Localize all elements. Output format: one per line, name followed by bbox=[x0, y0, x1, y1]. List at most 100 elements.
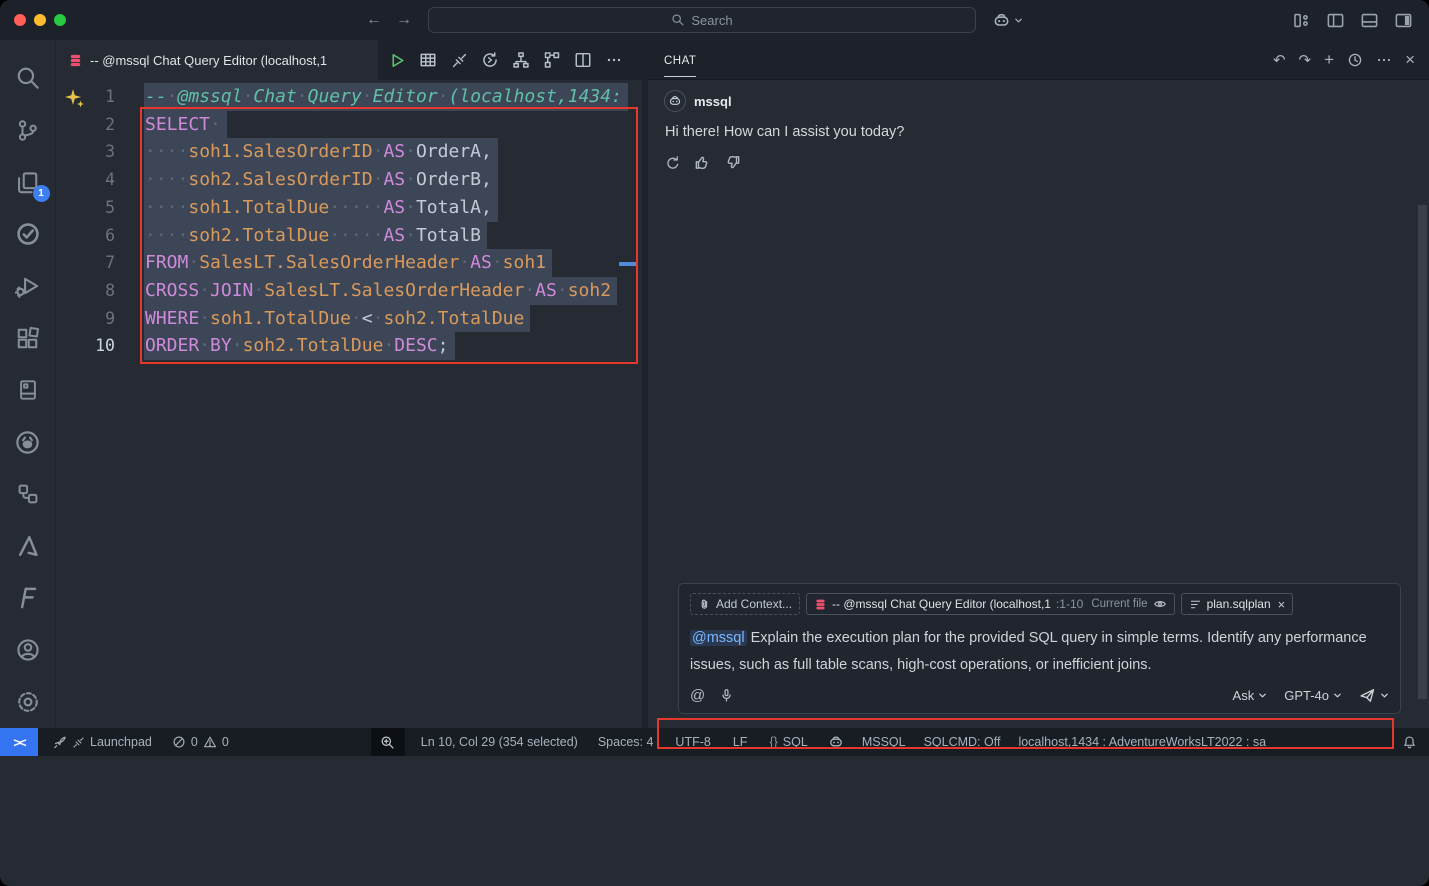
estimated-plan-button[interactable] bbox=[510, 49, 532, 71]
toggle-primary-sidebar-icon[interactable] bbox=[1326, 11, 1345, 30]
launchpad-item[interactable]: Launchpad bbox=[52, 735, 152, 750]
actual-plan-button[interactable] bbox=[541, 49, 563, 71]
chat-toolbar: ↶ ↷ + × bbox=[1273, 50, 1415, 70]
code-line[interactable]: 7FROM·SalesLT.SalesOrderHeader·AS·soh1 bbox=[56, 249, 642, 277]
code-line[interactable]: 6····soh2.TotalDue·····AS·TotalB bbox=[56, 222, 642, 250]
plan-compare-icon bbox=[543, 51, 561, 69]
mention-button[interactable]: @ bbox=[690, 687, 705, 704]
context-chip-current-file[interactable]: -- @mssql Chat Query Editor (localhost,1… bbox=[806, 593, 1175, 615]
toggle-secondary-sidebar-icon[interactable] bbox=[1394, 11, 1413, 30]
command-center-search[interactable]: Search bbox=[428, 7, 976, 33]
mode-dropdown[interactable]: Ask bbox=[1233, 688, 1268, 703]
context-chip-sqlplan[interactable]: plan.sqlplan × bbox=[1181, 593, 1294, 615]
notifications-item[interactable] bbox=[1402, 735, 1429, 750]
thumbs-up-icon[interactable] bbox=[694, 154, 711, 171]
code-text: ····soh2.SalesOrderID·AS·OrderB, bbox=[144, 166, 498, 194]
code-line[interactable]: 10ORDER·BY·soh2.TotalDue·DESC; bbox=[56, 332, 642, 360]
tab-query-editor[interactable]: -- @mssql Chat Query Editor (localhost,1 bbox=[56, 40, 378, 80]
sidebar-item-tasks[interactable] bbox=[4, 208, 52, 260]
copilot-icon bbox=[668, 94, 682, 108]
sidebar-item-source-control[interactable] bbox=[4, 104, 52, 156]
chat-prompt-text[interactable]: @mssql Explain the execution plan for th… bbox=[690, 625, 1389, 679]
language-mode-item[interactable]: {}SQL bbox=[769, 735, 807, 749]
message-author: mssql bbox=[694, 94, 732, 109]
mssql-item[interactable]: MSSQL bbox=[862, 735, 906, 749]
connection-item[interactable]: localhost,1434 : AdventureWorksLT2022 : … bbox=[1018, 735, 1266, 749]
error-count: 0 bbox=[191, 735, 198, 749]
forward-button[interactable]: → bbox=[396, 11, 412, 29]
tab-chat[interactable]: CHAT bbox=[664, 43, 696, 77]
line-number: 7 bbox=[56, 249, 115, 277]
chat-panel: CHAT ↶ ↷ + × mssql Hi there! How c bbox=[642, 40, 1429, 728]
change-connection-button[interactable] bbox=[479, 49, 501, 71]
indentation-item[interactable]: Spaces: 4 bbox=[598, 735, 654, 749]
back-button[interactable]: ← bbox=[366, 11, 382, 29]
remove-context-icon[interactable]: × bbox=[1278, 597, 1286, 612]
zoom-indicator[interactable] bbox=[371, 728, 405, 756]
remote-indicator[interactable]: >< bbox=[0, 728, 38, 756]
chat-undo-button[interactable]: ↶ bbox=[1273, 51, 1286, 69]
chevron-down-icon bbox=[1380, 691, 1389, 700]
github-icon bbox=[14, 429, 41, 456]
code-line[interactable]: 3····soh1.SalesOrderID·AS·OrderA, bbox=[56, 138, 642, 166]
results-grid-button[interactable] bbox=[417, 49, 439, 71]
chat-input-widget[interactable]: Add Context... -- @mssql Chat Query Edit… bbox=[678, 583, 1401, 714]
retry-icon[interactable] bbox=[665, 155, 681, 171]
thumbs-down-icon[interactable] bbox=[724, 154, 741, 171]
mic-icon[interactable] bbox=[719, 688, 734, 703]
add-context-label: Add Context... bbox=[716, 597, 792, 611]
customize-layout-icon[interactable] bbox=[1292, 11, 1311, 30]
encoding-item[interactable]: UTF-8 bbox=[675, 735, 710, 749]
code-editor[interactable]: 1--·@mssql·Chat·Query·Editor·(localhost,… bbox=[56, 80, 642, 728]
sidebar-item-notebook[interactable] bbox=[4, 364, 52, 416]
sidebar-item-fabric[interactable] bbox=[4, 572, 52, 624]
split-editor-button[interactable] bbox=[572, 49, 594, 71]
problems-item[interactable]: 0 0 bbox=[172, 735, 229, 749]
sidebar-item-explorer[interactable]: 1 bbox=[4, 156, 52, 208]
new-chat-button[interactable]: + bbox=[1324, 50, 1334, 70]
sidebar-item-extensions[interactable] bbox=[4, 312, 52, 364]
indentation-label: Spaces: 4 bbox=[598, 735, 654, 749]
search-label: Search bbox=[691, 13, 732, 28]
eye-icon[interactable] bbox=[1153, 597, 1167, 611]
send-button[interactable] bbox=[1359, 687, 1389, 704]
code-line[interactable]: 5····soh1.TotalDue·····AS·TotalA, bbox=[56, 194, 642, 222]
minimize-window-button[interactable] bbox=[34, 14, 46, 26]
sidebar-item-azure[interactable] bbox=[4, 520, 52, 572]
chat-redo-button[interactable]: ↷ bbox=[1299, 51, 1312, 69]
eol-item[interactable]: LF bbox=[733, 735, 748, 749]
maximize-window-button[interactable] bbox=[54, 14, 66, 26]
code-line[interactable]: 9WHERE·soh1.TotalDue·<·soh2.TotalDue bbox=[56, 305, 642, 333]
account-button[interactable] bbox=[4, 624, 52, 676]
chat-more-actions-icon[interactable] bbox=[1376, 52, 1392, 68]
plug-icon bbox=[451, 52, 468, 69]
ellipsis-icon bbox=[606, 52, 622, 68]
line-number: 6 bbox=[56, 222, 115, 250]
sidebar-item-search[interactable] bbox=[4, 52, 52, 104]
sidebar-item-connections[interactable] bbox=[4, 468, 52, 520]
copilot-menu-button[interactable] bbox=[992, 11, 1023, 30]
chat-history-icon[interactable] bbox=[1347, 52, 1363, 68]
add-context-button[interactable]: Add Context... bbox=[690, 593, 800, 615]
code-line[interactable]: 1--·@mssql·Chat·Query·Editor·(localhost,… bbox=[56, 83, 642, 111]
cursor-position-item[interactable]: Ln 10, Col 29 (354 selected) bbox=[421, 735, 578, 749]
sidebar-item-github[interactable] bbox=[4, 416, 52, 468]
tab-label: -- @mssql Chat Query Editor (localhost,1 bbox=[90, 53, 327, 68]
editor-more-actions-button[interactable] bbox=[603, 49, 625, 71]
sidebar-item-run-debug[interactable] bbox=[4, 260, 52, 312]
close-window-button[interactable] bbox=[14, 14, 26, 26]
close-chat-icon[interactable]: × bbox=[1405, 50, 1415, 70]
code-line[interactable]: 4····soh2.SalesOrderID·AS·OrderB, bbox=[56, 166, 642, 194]
sqlcmd-item[interactable]: SQLCMD: Off bbox=[924, 735, 1001, 749]
disconnect-button[interactable] bbox=[448, 49, 470, 71]
model-dropdown[interactable]: GPT-4o bbox=[1284, 688, 1342, 703]
copilot-sparkle-icon[interactable] bbox=[64, 88, 86, 110]
encoding-label: UTF-8 bbox=[675, 735, 710, 749]
copilot-status-item[interactable] bbox=[828, 734, 844, 750]
chat-scrollbar[interactable] bbox=[1418, 205, 1427, 699]
run-query-button[interactable] bbox=[386, 49, 408, 71]
code-line[interactable]: 2SELECT· bbox=[56, 111, 642, 139]
toggle-panel-icon[interactable] bbox=[1360, 11, 1379, 30]
code-line[interactable]: 8CROSS·JOIN·SalesLT.SalesOrderHeader·AS·… bbox=[56, 277, 642, 305]
settings-button[interactable] bbox=[4, 676, 52, 728]
